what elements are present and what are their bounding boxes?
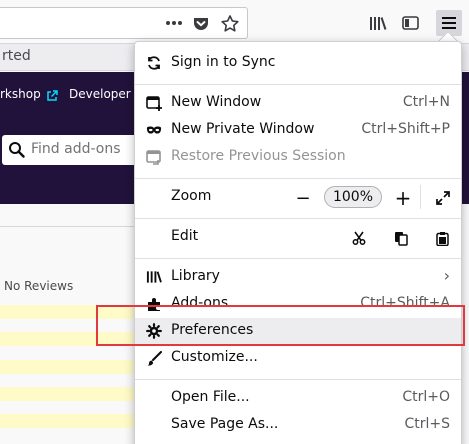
menu-edit-row: Edit: [135, 224, 461, 250]
menu-library[interactable]: Library ›: [135, 264, 461, 290]
zoom-in-button[interactable]: +: [393, 186, 413, 210]
library-icon: [146, 269, 162, 285]
search-placeholder: Find add-ons: [31, 141, 121, 157]
menu-restore-previous-session[interactable]: Restore Previous Session: [135, 144, 461, 170]
highlight-stripe: [0, 387, 140, 401]
chevron-right-icon: ›: [443, 266, 450, 285]
copy-icon[interactable]: [390, 227, 412, 249]
content-divider: [0, 226, 140, 227]
zoom-reset-button[interactable]: 100%: [324, 186, 382, 208]
fullscreen-icon[interactable]: [433, 188, 453, 208]
menu-shortcut: Ctrl+Shift+P: [361, 121, 450, 137]
library-icon[interactable]: [368, 14, 388, 32]
menu-item-label: Save Page As...: [171, 416, 279, 432]
bookmark-star-icon[interactable]: [220, 13, 240, 33]
tab-title[interactable]: rted: [2, 48, 31, 64]
private-mask-icon: [146, 122, 162, 138]
menu-separator: [135, 218, 461, 219]
search-icon: [8, 141, 25, 162]
app-menu-panel: Sign in to Sync New Window Ctrl+N New Pr…: [134, 41, 462, 444]
addons-search-field[interactable]: Find add-ons: [2, 135, 152, 165]
external-link-icon: [46, 87, 58, 101]
page-actions-icon[interactable]: [163, 14, 185, 32]
sync-icon: [146, 55, 162, 71]
menu-item-label: Customize...: [171, 349, 258, 365]
menu-separator: [135, 178, 461, 179]
menu-customize[interactable]: Customize...: [135, 345, 461, 371]
menu-item-label: Sign in to Sync: [171, 54, 276, 70]
menu-shortcut: Ctrl+N: [402, 94, 450, 110]
workshop-link[interactable]: rkshop: [0, 87, 41, 101]
paintbrush-icon: [146, 350, 162, 366]
navigation-toolbar: [0, 0, 469, 44]
menu-item-label: Library: [171, 268, 220, 284]
menu-shortcut: Ctrl+O: [402, 389, 450, 405]
menu-separator: [135, 84, 461, 85]
cut-icon[interactable]: [348, 227, 370, 249]
menu-save-page-as[interactable]: Save Page As... Ctrl+S: [135, 412, 461, 438]
highlight-annotation-box: [96, 305, 465, 346]
menu-separator: [135, 258, 461, 259]
menu-sign-in-to-sync[interactable]: Sign in to Sync: [135, 50, 461, 76]
pocket-icon[interactable]: [192, 14, 210, 32]
zoom-out-button[interactable]: −: [293, 188, 313, 209]
url-bar[interactable]: [0, 7, 248, 39]
highlight-stripe: [0, 360, 140, 374]
reviews-count: No Reviews: [4, 279, 74, 293]
menu-shortcut: Ctrl+S: [404, 416, 450, 432]
menu-item-label: New Window: [171, 94, 262, 110]
menu-item-label: New Private Window: [171, 121, 315, 137]
sidebar-icon[interactable]: [400, 14, 420, 32]
menu-separator: [420, 185, 421, 209]
menu-new-window[interactable]: New Window Ctrl+N: [135, 90, 461, 116]
new-window-icon: [146, 95, 162, 111]
menu-zoom-row: Zoom − 100% +: [135, 184, 461, 210]
menu-item-label: Restore Previous Session: [171, 148, 346, 164]
menu-item-label: Open File...: [171, 389, 250, 405]
menu-item-label: Zoom: [171, 188, 212, 204]
highlight-stripe: [0, 414, 140, 428]
menu-new-private-window[interactable]: New Private Window Ctrl+Shift+P: [135, 117, 461, 143]
restore-session-icon: [146, 149, 162, 165]
menu-item-label: Edit: [171, 228, 199, 244]
menu-open-file[interactable]: Open File... Ctrl+O: [135, 385, 461, 411]
menu-separator: [135, 379, 461, 380]
developer-hub-link[interactable]: Developer H: [69, 87, 144, 101]
paste-icon[interactable]: [431, 227, 453, 249]
